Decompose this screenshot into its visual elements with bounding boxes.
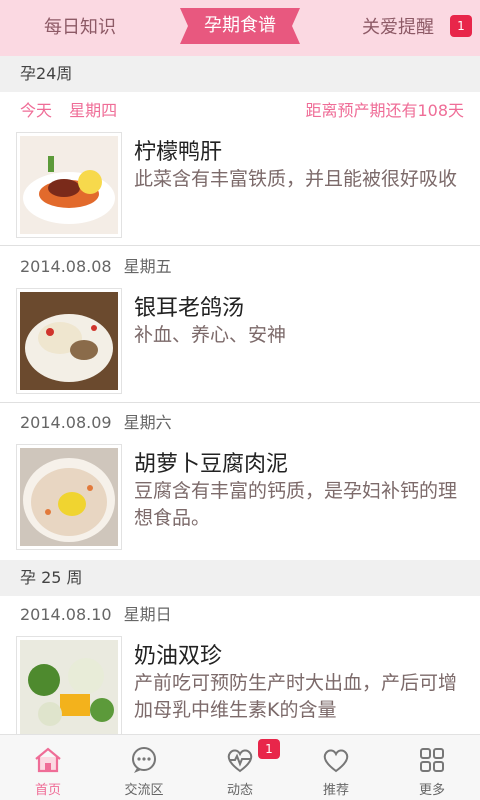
tab-pregnancy-recipes[interactable]: 孕期食谱 <box>180 8 300 44</box>
tab-active-label: 孕期食谱 <box>204 15 276 36</box>
nav-label: 交流区 <box>124 783 164 798</box>
recipe-image <box>16 444 122 550</box>
today-row: 今天 星期四 距离预产期还有108天 <box>0 92 480 130</box>
nav-label: 推荐 <box>322 783 349 798</box>
today-label: 今天 <box>20 101 53 120</box>
tab-care-reminder[interactable]: 关爱提醒 <box>362 0 434 56</box>
recipe-weekday: 星期五 <box>123 257 172 276</box>
recipe-description: 此菜含有丰富铁质，并且能被很好吸收 <box>134 168 458 190</box>
nav-label: 更多 <box>418 783 445 798</box>
recipe-weekday: 星期六 <box>123 413 172 432</box>
recipe-image <box>16 288 122 394</box>
recipe-date-row: 2014.08.09 星期六 <box>20 408 172 438</box>
divider <box>0 245 480 246</box>
reminder-badge: 1 <box>450 15 472 37</box>
recipe-card[interactable]: 银耳老鸽汤 补血、养心、安神 <box>0 288 480 400</box>
recipe-description: 补血、养心、安神 <box>134 324 287 346</box>
nav-community[interactable]: 交流区 <box>96 735 192 800</box>
recipe-date-row: 2014.08.08 星期五 <box>20 252 172 282</box>
recipe-date: 2014.08.09 <box>20 413 112 432</box>
grid-icon <box>420 748 444 772</box>
nav-more[interactable]: 更多 <box>384 735 480 800</box>
today-weekday: 星期四 <box>69 101 118 120</box>
heart-icon <box>323 749 349 773</box>
recipe-description: 产前吃可预防生产时大出血，产后可增加母乳中维生素K的含量 <box>134 672 458 721</box>
recipe-title: 胡萝卜豆腐肉泥 <box>134 452 289 477</box>
nav-label: 动态 <box>226 783 253 798</box>
chat-icon <box>132 747 156 773</box>
recipe-title: 银耳老鸽汤 <box>134 296 245 321</box>
recipe-card[interactable]: 胡萝卜豆腐肉泥 豆腐含有丰富的钙质，是孕妇补钙的理想食品。 <box>0 444 480 556</box>
week-header: 孕24周 <box>0 56 480 92</box>
bottom-navigation: 首页 交流区 动态 推荐 更多 <box>0 734 480 800</box>
recipe-date: 2014.08.10 <box>20 605 112 624</box>
recipe-date: 2014.08.08 <box>20 257 112 276</box>
recipe-weekday: 星期日 <box>123 605 172 624</box>
recipe-card[interactable]: 奶油双珍 产前吃可预防生产时大出血，产后可增加母乳中维生素K的含量 <box>0 636 480 748</box>
recipe-card[interactable]: 柠檬鸭肝 此菜含有丰富铁质，并且能被很好吸收 <box>0 132 480 244</box>
nav-home[interactable]: 首页 <box>0 735 96 800</box>
recipe-date-row: 2014.08.10 星期日 <box>20 600 172 630</box>
nav-recommend[interactable]: 推荐 <box>288 735 384 800</box>
top-tab-bar: 每日知识 孕期食谱 关爱提醒 1 <box>0 0 480 56</box>
tab-daily-knowledge[interactable]: 每日知识 <box>44 0 116 56</box>
activity-badge: 1 <box>258 739 280 759</box>
recipe-title: 柠檬鸭肝 <box>134 140 223 165</box>
activity-icon <box>227 749 253 773</box>
recipe-title: 奶油双珍 <box>134 644 223 669</box>
recipe-description: 豆腐含有丰富的钙质，是孕妇补钙的理想食品。 <box>134 480 458 529</box>
recipe-image <box>16 636 122 742</box>
recipe-image <box>16 132 122 238</box>
nav-label: 首页 <box>34 783 61 798</box>
home-icon <box>35 747 61 773</box>
today-date: 今天 星期四 <box>20 92 117 130</box>
week-header: 孕 25 周 <box>0 560 480 596</box>
due-date-countdown: 距离预产期还有108天 <box>305 101 464 120</box>
divider <box>0 402 480 403</box>
